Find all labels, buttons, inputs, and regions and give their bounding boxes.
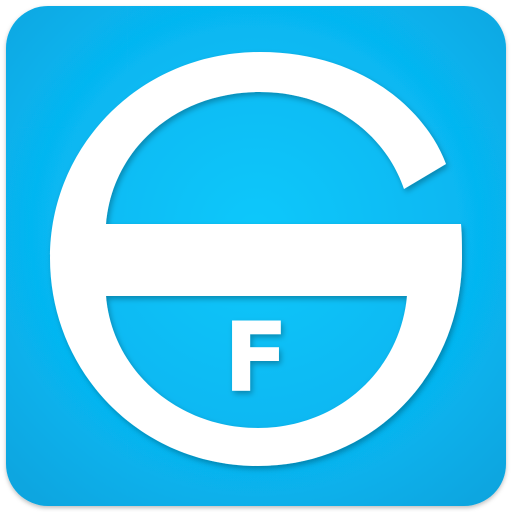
app-icon-graphic: F [6,6,506,506]
logo-letter-f: F [223,302,289,414]
app-icon[interactable]: F [0,0,512,512]
